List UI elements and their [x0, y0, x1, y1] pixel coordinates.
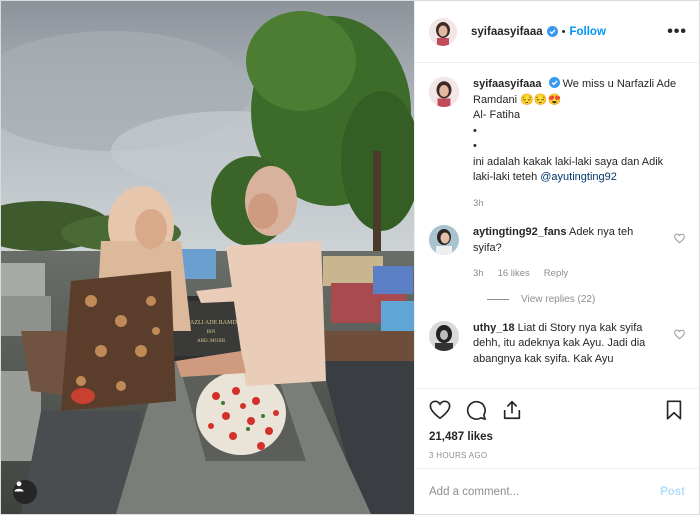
- likes-count[interactable]: 21,487 likes: [429, 431, 685, 443]
- comment-username[interactable]: uthy_18: [473, 322, 515, 334]
- action-icons-row: [429, 397, 685, 423]
- caption-meta: 3h: [473, 196, 681, 212]
- caption-line-2: Al- Fatiha: [473, 109, 521, 121]
- avatar-image: [429, 225, 459, 255]
- heart-icon[interactable]: [429, 399, 451, 421]
- comment-icon[interactable]: [465, 399, 487, 421]
- post-timestamp: 3 HOURS AGO: [429, 451, 488, 460]
- follow-button[interactable]: Follow: [569, 26, 605, 38]
- avatar[interactable]: [429, 320, 459, 351]
- caption-username[interactable]: syifaasyifaaa: [473, 78, 542, 90]
- view-replies-label: View replies (22): [521, 293, 596, 305]
- view-replies-button[interactable]: View replies (22): [487, 294, 685, 305]
- post-side-panel: syifaasyifaaa • Follow ••• syifaasyifaaa…: [414, 1, 699, 514]
- svg-text:BIN: BIN: [207, 330, 216, 335]
- mention-link[interactable]: @ayutingting92: [540, 171, 617, 183]
- comment-item: aytingting92_fans Adek nya teh syifa? 3h…: [429, 225, 685, 282]
- avatar[interactable]: [429, 225, 459, 255]
- comment-username[interactable]: aytingting92_fans: [473, 226, 567, 238]
- comment-likes[interactable]: 16 likes: [498, 266, 530, 282]
- bookmark-icon[interactable]: [663, 399, 685, 421]
- comment-input[interactable]: [429, 485, 661, 498]
- heart-icon[interactable]: [674, 233, 685, 244]
- post-photo[interactable]: NARFAZLI ADE RAMDANI BIN ABD. MOJIB: [1, 1, 414, 514]
- person-icon: [14, 481, 24, 492]
- svg-text:ABD. MOJIB: ABD. MOJIB: [197, 339, 226, 344]
- photo-cemetery-scene: NARFAZLI ADE RAMDANI BIN ABD. MOJIB: [1, 1, 414, 514]
- post-header: syifaasyifaaa • Follow •••: [415, 1, 699, 63]
- reply-button[interactable]: Reply: [544, 266, 568, 282]
- caption-text: syifaasyifaaa We miss u Narfazli Ade Ram…: [473, 77, 681, 108]
- verified-badge-icon: [546, 26, 558, 37]
- post-username[interactable]: syifaasyifaaa: [471, 26, 543, 38]
- caption-time: 3h: [473, 197, 484, 209]
- avatar[interactable]: [429, 77, 459, 107]
- avatar-image: [429, 77, 459, 107]
- comment-item: uthy_18 Liat di Story nya kak syifa dehh…: [429, 320, 685, 368]
- post-comment-button[interactable]: Post: [660, 486, 685, 498]
- avatar-image: [429, 17, 457, 46]
- post-actions: 21,487 likes 3 HOURS AGO: [415, 388, 699, 468]
- caption-bullet-1: •: [473, 124, 477, 137]
- add-comment-bar: Post: [415, 468, 699, 514]
- separator-dot: •: [561, 25, 566, 38]
- comment-meta: 3h 16 likes Reply: [473, 266, 663, 282]
- heart-icon[interactable]: [674, 329, 685, 340]
- verified-badge-icon: [548, 77, 560, 88]
- avatar-image: [429, 320, 459, 351]
- avatar[interactable]: [429, 17, 457, 46]
- share-icon[interactable]: [501, 399, 523, 421]
- more-options-button[interactable]: •••: [667, 23, 687, 41]
- instagram-post-modal: NARFAZLI ADE RAMDANI BIN ABD. MOJIB syif…: [0, 0, 700, 515]
- replies-divider-line: [487, 298, 509, 300]
- user-tag-icon[interactable]: [13, 480, 37, 504]
- comment-time: 3h: [473, 268, 484, 279]
- caption-bullet-2: •: [473, 140, 477, 152]
- caption: syifaasyifaaa We miss u Narfazli Ade Ram…: [429, 77, 685, 211]
- caption-line-3: ini adalah kakak laki-laki saya dan Adik…: [473, 155, 681, 186]
- comments-list[interactable]: syifaasyifaaa We miss u Narfazli Ade Ram…: [415, 63, 699, 388]
